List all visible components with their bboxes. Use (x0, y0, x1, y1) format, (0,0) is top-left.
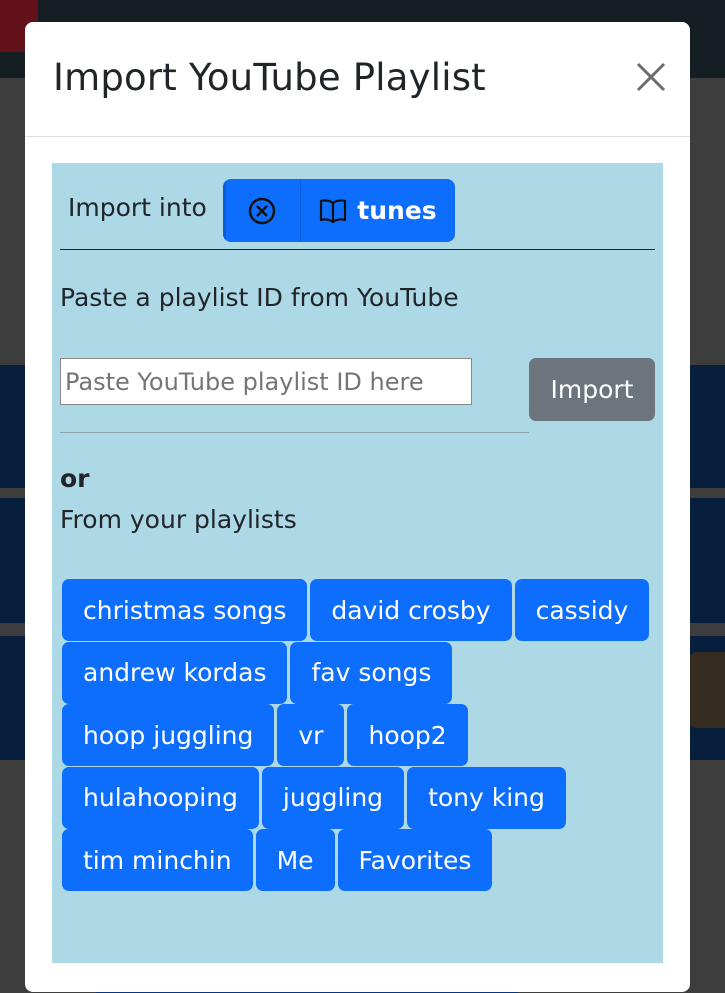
playlist-button[interactable]: Favorites (337, 829, 493, 891)
divider (60, 249, 655, 250)
clear-target-button[interactable] (223, 179, 301, 242)
playlist-button[interactable]: andrew kordas (62, 641, 288, 704)
import-into-label: Import into (68, 193, 207, 222)
close-button[interactable] (634, 60, 668, 94)
playlist-id-input[interactable] (60, 358, 472, 405)
playlist-button[interactable]: tony king (407, 766, 566, 829)
playlist-buttons: christmas songs david crosby cassidy and… (62, 579, 662, 892)
modal-body: Import into tunes Paste a playlist ID fr… (52, 163, 663, 963)
tunes-target-button[interactable]: tunes (301, 179, 455, 242)
playlist-button[interactable]: vr (277, 704, 345, 766)
from-playlists-label: From your playlists (60, 505, 297, 534)
playlist-button[interactable]: hoop juggling (62, 704, 275, 766)
circle-x-icon (248, 197, 275, 224)
playlist-button[interactable]: cassidy (514, 579, 650, 641)
or-label: or (60, 464, 90, 493)
tunes-label: tunes (357, 196, 437, 225)
paste-playlist-label: Paste a playlist ID from YouTube (60, 283, 459, 312)
close-icon (636, 62, 666, 92)
import-target-group: tunes (223, 179, 455, 242)
playlist-button[interactable]: christmas songs (62, 579, 308, 641)
modal-header: Import YouTube Playlist (25, 22, 690, 137)
book-icon (320, 198, 347, 223)
playlist-button[interactable]: fav songs (290, 641, 453, 704)
playlist-button[interactable]: hulahooping (62, 766, 259, 829)
playlist-button[interactable]: hoop2 (347, 704, 468, 766)
modal-title: Import YouTube Playlist (53, 56, 486, 99)
divider (60, 432, 529, 433)
playlist-button[interactable]: david crosby (310, 579, 512, 641)
playlist-button[interactable]: juggling (261, 766, 405, 829)
import-button[interactable]: Import (529, 358, 655, 421)
import-playlist-modal: Import YouTube Playlist Import into tune… (25, 22, 690, 992)
playlist-button[interactable]: Me (255, 829, 335, 891)
playlist-button[interactable]: tim minchin (62, 829, 253, 891)
